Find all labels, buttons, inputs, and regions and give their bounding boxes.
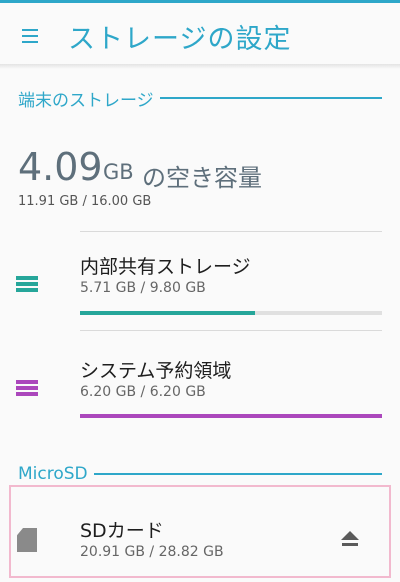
internal-storage-title[interactable]: 内部共有ストレージ xyxy=(80,252,251,279)
sd-card-row[interactable] xyxy=(9,485,391,578)
free-space-label: の空き容量 xyxy=(142,164,262,192)
system-reserved-title[interactable]: システム予約領域 xyxy=(80,356,231,383)
system-reserved-bar-fill xyxy=(80,414,382,418)
free-space-unit: GB xyxy=(103,160,134,184)
internal-storage-bar xyxy=(80,311,382,315)
device-storage-title: 端末のストレージ xyxy=(18,90,154,111)
microsd-title: MicroSD xyxy=(18,464,88,484)
system-reserved-bar xyxy=(80,414,382,418)
microsd-header: MicroSD xyxy=(18,463,382,485)
divider xyxy=(80,330,382,331)
storage-list-icon xyxy=(16,380,38,396)
free-space-value: 4.09 xyxy=(18,145,103,189)
divider xyxy=(80,231,382,232)
total-usage-text: 11.91 GB / 16.00 GB xyxy=(18,194,152,209)
menu-icon[interactable] xyxy=(22,28,38,44)
page-title: ストレージの設定 xyxy=(68,24,292,55)
app-bar: ストレージの設定 xyxy=(0,0,400,66)
sd-card-usage: 20.91 GB / 28.82 GB xyxy=(80,544,224,560)
system-reserved-usage: 6.20 GB / 6.20 GB xyxy=(80,384,206,400)
sd-card-title[interactable]: SDカード xyxy=(80,516,164,543)
device-storage-header: 端末のストレージ xyxy=(18,87,382,111)
section-divider-line xyxy=(93,473,382,475)
storage-list-icon xyxy=(16,276,38,292)
section-divider-line xyxy=(159,97,382,99)
internal-storage-usage: 5.71 GB / 9.80 GB xyxy=(80,280,206,296)
app-bar-shadow xyxy=(0,64,400,69)
eject-icon[interactable] xyxy=(341,531,359,548)
internal-storage-bar-fill xyxy=(80,311,256,315)
